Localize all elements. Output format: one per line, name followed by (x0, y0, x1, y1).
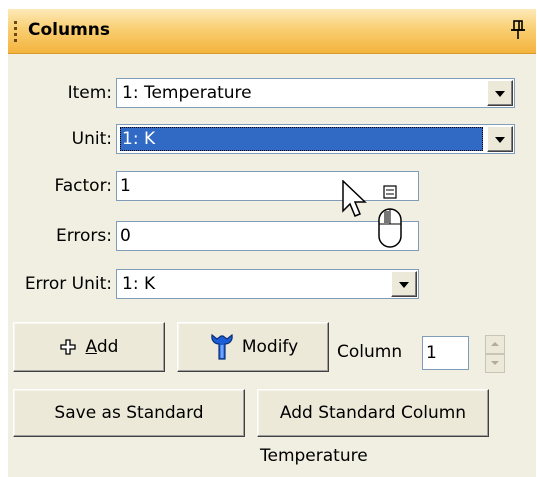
modify-button[interactable]: Modify (177, 322, 329, 372)
column-input[interactable]: 1 (422, 336, 469, 370)
unit-select-value: 1: K (120, 127, 483, 151)
error-unit-select-value: 1: K (122, 274, 156, 294)
spinner-up-icon[interactable] (485, 335, 505, 354)
chevron-down-icon[interactable] (391, 271, 417, 297)
panel-title: Columns (28, 20, 111, 40)
item-select[interactable]: 1: Temperature (116, 78, 515, 108)
add-button-mnemonic: A (85, 337, 97, 357)
add-button[interactable]: Add (13, 322, 165, 372)
add-button-label: Add (86, 337, 119, 357)
error-unit-select[interactable]: 1: K (116, 269, 419, 299)
plus-icon (59, 339, 76, 355)
unit-label: Unit: (71, 129, 112, 149)
cursor-icon (342, 180, 402, 248)
factor-label: Factor: (54, 176, 112, 196)
column-label: Column (337, 342, 403, 362)
mouse-icon (378, 185, 402, 248)
item-label: Item: (67, 83, 112, 103)
wrench-icon (211, 333, 233, 360)
grip-icon[interactable] (14, 21, 17, 43)
column-name-text: Temperature (260, 446, 368, 466)
add-standard-column-label: Add Standard Column (279, 403, 467, 423)
unit-select[interactable]: 1: K (116, 124, 515, 154)
chevron-down-icon[interactable] (487, 80, 513, 106)
spinner-down-icon[interactable] (485, 354, 505, 373)
error-unit-label: Error Unit: (24, 274, 112, 294)
modify-button-label: Modify (241, 337, 299, 357)
chevron-down-icon[interactable] (487, 126, 513, 152)
save-as-standard-label: Save as Standard (54, 403, 204, 423)
errors-label: Errors: (55, 226, 112, 246)
panel-titlebar[interactable]: Columns (8, 9, 536, 54)
add-standard-column-button[interactable]: Add Standard Column (257, 389, 489, 437)
add-button-label-rest: dd (96, 337, 119, 357)
save-as-standard-button[interactable]: Save as Standard (13, 389, 245, 437)
pin-icon[interactable] (510, 19, 526, 41)
item-select-value: 1: Temperature (122, 83, 252, 103)
column-spinner[interactable] (485, 335, 505, 373)
